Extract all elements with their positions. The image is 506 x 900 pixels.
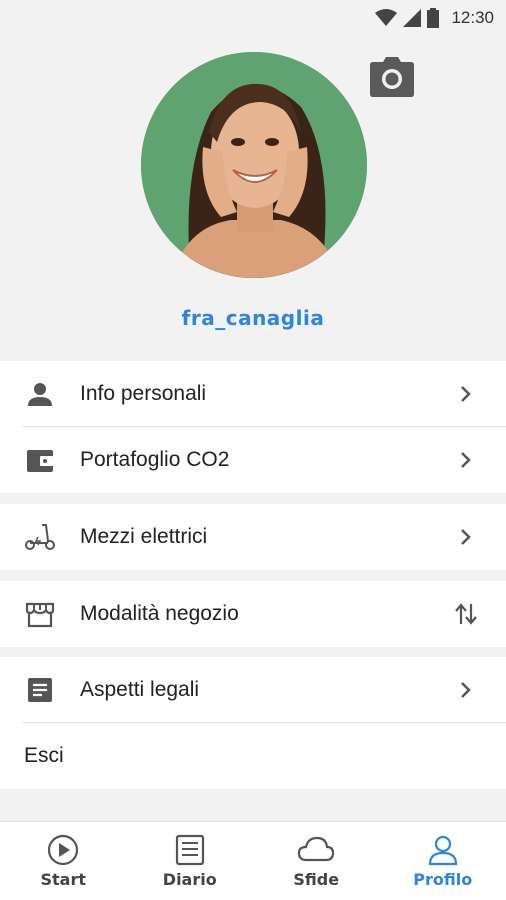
person-icon xyxy=(22,376,58,412)
nav-label-profilo: Profilo xyxy=(413,870,473,889)
camera-icon xyxy=(370,57,414,97)
play-circle-icon xyxy=(48,834,79,866)
menu-label-legali: Aspetti legali xyxy=(80,678,200,701)
nav-item-profilo[interactable]: Profilo xyxy=(380,822,506,900)
username: fra_canaglia xyxy=(181,306,325,330)
nav-label-sfide: Sfide xyxy=(293,870,340,889)
chevron-right-icon xyxy=(452,380,480,408)
status-time: 12:30 xyxy=(451,8,494,27)
menu-item-portafoglio[interactable]: Portafoglio CO2 xyxy=(0,427,506,493)
menu-group-negozio: Modalità negozio xyxy=(0,581,506,647)
nav-item-start[interactable]: Start xyxy=(0,822,127,900)
menu-item-aspetti-legali[interactable]: Aspetti legali xyxy=(0,657,506,723)
change-photo-button[interactable] xyxy=(369,56,415,98)
battery-icon xyxy=(427,8,440,28)
menu-group-mezzi: Mezzi elettrici xyxy=(0,504,506,570)
menu-item-modalita-negozio[interactable]: Modalità negozio xyxy=(0,581,506,647)
cloud-icon xyxy=(298,836,335,862)
nav-item-diario[interactable]: Diario xyxy=(127,822,254,900)
wifi-icon xyxy=(375,9,398,27)
menu-group-account: Info personali Portafoglio CO2 xyxy=(0,361,506,493)
diary-icon xyxy=(175,834,204,866)
menu-item-mezzi-elettrici[interactable]: Mezzi elettrici xyxy=(0,504,506,570)
menu-label-info-personali: Info personali xyxy=(80,382,207,405)
menu-item-esci[interactable]: Esci xyxy=(0,723,506,789)
chevron-right-icon xyxy=(452,446,480,474)
wallet-icon xyxy=(22,442,58,478)
swap-vertical-icon xyxy=(452,600,480,628)
electric-scooter-icon xyxy=(22,519,58,555)
document-icon xyxy=(22,672,58,708)
profile-photo xyxy=(141,52,367,278)
profile-icon xyxy=(428,835,457,866)
nav-item-sfide[interactable]: Sfide xyxy=(253,822,380,900)
nav-label-start: Start xyxy=(40,870,86,889)
avatar[interactable] xyxy=(141,52,367,278)
menu-group-legali: Aspetti legali Esci xyxy=(0,657,506,789)
menu-label-esci: Esci xyxy=(24,744,64,767)
menu-item-info-personali[interactable]: Info personali xyxy=(0,361,506,427)
nav-label-diario: Diario xyxy=(162,870,217,889)
bottom-nav: Start Diario Sfide Profilo xyxy=(0,821,506,900)
status-bar: 12:30 xyxy=(0,0,506,36)
chevron-right-icon xyxy=(452,676,480,704)
signal-icon xyxy=(403,9,422,27)
menu-label-mezzi: Mezzi elettrici xyxy=(80,525,208,548)
chevron-right-icon xyxy=(452,523,480,551)
menu-label-portafoglio: Portafoglio CO2 xyxy=(80,448,230,471)
store-icon xyxy=(22,596,58,632)
menu-label-modalita: Modalità negozio xyxy=(80,602,239,625)
